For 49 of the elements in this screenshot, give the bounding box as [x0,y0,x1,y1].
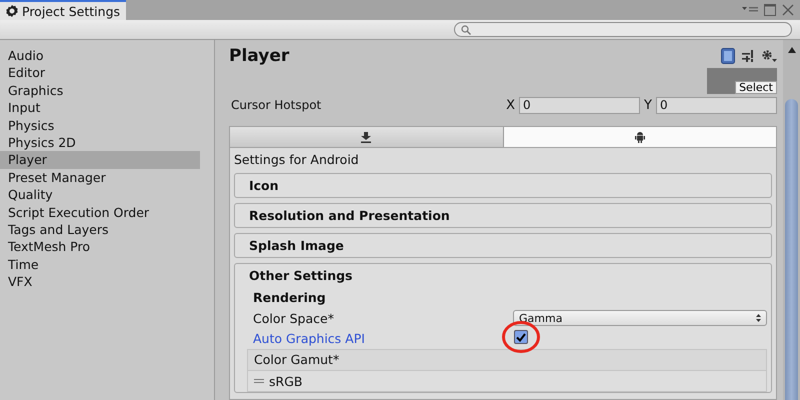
sidebar-item[interactable]: Input [0,99,214,117]
close-icon[interactable] [782,4,794,16]
select-button[interactable]: Select [735,81,777,94]
sidebar-item[interactable]: Physics 2D [0,134,214,152]
sidebar-item[interactable]: Physics [0,116,214,134]
field-label: Color Space* [253,310,335,328]
foldout-header[interactable]: Icon [234,173,772,198]
window-title: Project Settings [22,4,120,18]
search-icon [461,24,471,34]
sidebar-item[interactable]: VFX [0,273,214,290]
y-field[interactable]: 0 [656,96,777,114]
sidebar-item[interactable]: Editor [0,64,214,82]
axis-label: X [506,98,516,112]
foldout-header[interactable]: Resolution and Presentation [234,203,772,228]
up-arrow-icon [788,47,796,53]
download-icon [361,132,372,142]
list-item[interactable]: sRGB [248,371,766,391]
field-label: Auto Graphics API [253,330,366,348]
sidebar-item[interactable]: Tags and Layers [0,220,214,238]
platform-heading: Settings for Android [234,152,360,168]
foldout-header[interactable]: Splash Image [234,233,772,258]
sidebar-item[interactable]: Script Execution Order [0,204,214,221]
checkbox[interactable] [514,330,528,344]
sidebar-item[interactable]: Time [0,256,214,274]
foldout-header[interactable]: Other Settings [235,264,771,287]
robot-icon [634,132,645,142]
window-tab[interactable]: Project Settings [0,0,126,20]
panel-title: Player [229,46,290,66]
color-space-dropdown[interactable]: Gamma [513,310,767,326]
sidebar-item[interactable]: TextMesh Pro [0,238,214,256]
scrollbar[interactable] [783,40,800,400]
x-field[interactable]: 0 [519,96,640,114]
maximize-icon[interactable] [764,4,776,16]
sidebar-item[interactable]: Player [0,151,200,169]
cog-icon [6,5,18,17]
updown-icon [756,314,761,322]
axis-label: Y [644,98,652,112]
search-field[interactable] [454,22,792,37]
checkmark-icon [516,332,526,342]
sidebar-item[interactable]: Preset Manager [0,168,214,186]
gear-icon[interactable] [761,49,777,63]
scroll-thumb[interactable] [785,99,798,400]
group-heading: Rendering [253,289,327,307]
sidebar-item[interactable]: Graphics [0,82,214,100]
drag-handle-icon [254,378,264,384]
sidebar-item[interactable]: Audio [0,47,214,64]
sidebar-item[interactable]: Quality [0,186,214,204]
sliders-icon[interactable] [741,49,755,63]
field-label: Cursor Hotspot [231,98,322,112]
